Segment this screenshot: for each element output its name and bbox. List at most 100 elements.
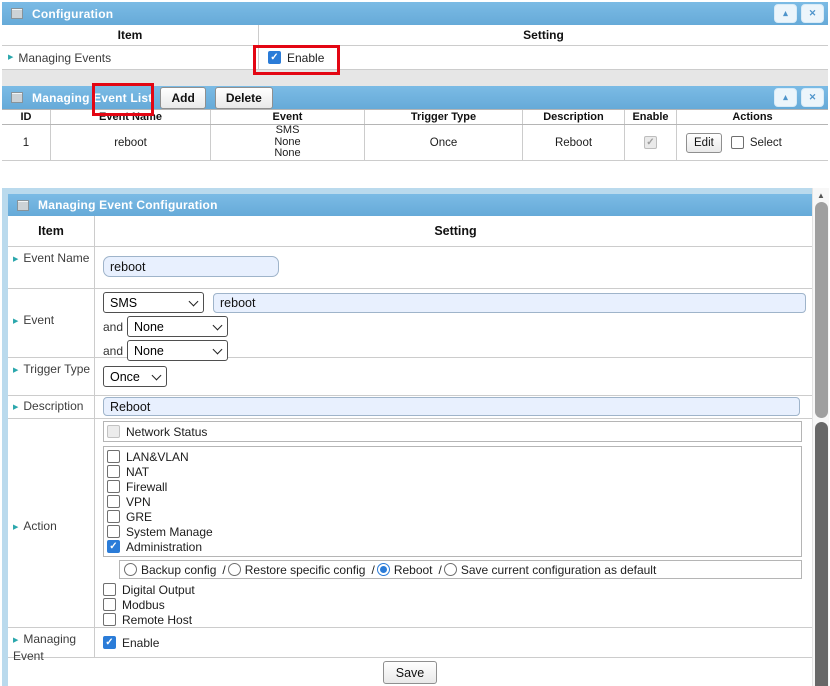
save-button[interactable]: Save bbox=[383, 661, 438, 684]
bullet-arrow-icon: ▶ bbox=[13, 318, 18, 325]
column-event-name: Event Name bbox=[50, 110, 210, 124]
collapse-icon[interactable]: ▴ bbox=[774, 4, 797, 23]
lan-vlan-checkbox[interactable] bbox=[107, 450, 120, 463]
event-list-row: 1 reboot SMS None None Once Reboot ✓ Edi… bbox=[2, 125, 828, 161]
event-message-input[interactable]: reboot bbox=[213, 293, 806, 313]
column-item: Item bbox=[8, 216, 95, 246]
check-icon: ✓ bbox=[646, 136, 654, 149]
detail-table-header: Item Setting bbox=[8, 216, 812, 247]
managing-event-enable-checkbox[interactable]: ✓ bbox=[103, 636, 116, 649]
column-description: Description bbox=[522, 110, 624, 124]
trigger-type-select[interactable]: Once bbox=[103, 366, 167, 387]
bullet-arrow-icon: ▶ bbox=[13, 404, 18, 411]
managing-events-row: ▶ Managing Events ✓ Enable bbox=[2, 46, 828, 70]
collapse-icon[interactable]: ▴ bbox=[774, 88, 797, 107]
action-row: ▶ Action Network Status LAN&VLAN NAT Fire… bbox=[8, 419, 812, 628]
modbus-checkbox[interactable] bbox=[103, 598, 116, 611]
vertical-scrollbar[interactable]: ▲ bbox=[812, 188, 829, 686]
administration-checkbox[interactable]: ✓ bbox=[107, 540, 120, 553]
delete-button[interactable]: Delete bbox=[215, 87, 273, 109]
close-icon[interactable]: ✕ bbox=[801, 88, 824, 107]
managing-event-row: ▶Managing Event ✓ Enable bbox=[8, 628, 812, 658]
event-name-input[interactable]: reboot bbox=[103, 256, 279, 277]
description-row: ▶ Description Reboot bbox=[8, 396, 812, 419]
bullet-arrow-icon: ▶ bbox=[13, 637, 18, 644]
and-label: and bbox=[103, 344, 123, 358]
action-label: Action bbox=[23, 519, 56, 533]
window-icon bbox=[11, 8, 23, 19]
action-group-box: LAN&VLAN NAT Firewall VPN GRE System Man… bbox=[103, 446, 802, 557]
edit-button[interactable]: Edit bbox=[686, 133, 722, 153]
digital-output-checkbox[interactable] bbox=[103, 583, 116, 596]
event-label: Event bbox=[23, 313, 54, 327]
row-enable-checkbox: ✓ bbox=[644, 136, 657, 149]
chevron-down-icon bbox=[152, 370, 162, 380]
gre-checkbox[interactable] bbox=[107, 510, 120, 523]
select-label: Select bbox=[750, 137, 782, 149]
reboot-radio[interactable] bbox=[377, 563, 390, 576]
column-event: Event bbox=[210, 110, 364, 124]
managing-events-enable-checkbox[interactable]: ✓ bbox=[268, 51, 281, 64]
add-button[interactable]: Add bbox=[160, 87, 205, 109]
save-default-radio[interactable] bbox=[444, 563, 457, 576]
description-label: Description bbox=[23, 399, 83, 413]
check-icon: ✓ bbox=[109, 540, 117, 553]
scrollbar-thumb-outer[interactable] bbox=[815, 422, 828, 686]
chevron-down-icon bbox=[213, 344, 223, 354]
save-row: Save bbox=[8, 658, 812, 686]
managing-events-label: Managing Events bbox=[18, 51, 111, 65]
network-status-checkbox bbox=[107, 425, 120, 438]
close-icon[interactable]: ✕ bbox=[801, 4, 824, 23]
cell-id: 1 bbox=[2, 125, 50, 160]
bullet-arrow-icon: ▶ bbox=[13, 256, 18, 263]
column-trigger-type: Trigger Type bbox=[364, 110, 522, 124]
column-id: ID bbox=[2, 110, 50, 124]
firewall-checkbox[interactable] bbox=[107, 480, 120, 493]
event-list-table-header: ID Event Name Event Trigger Type Descrip… bbox=[2, 109, 828, 125]
column-actions: Actions bbox=[676, 110, 828, 124]
description-input[interactable]: Reboot bbox=[103, 397, 800, 416]
enable-label: Enable bbox=[122, 636, 159, 650]
column-setting: Setting bbox=[95, 216, 812, 246]
bullet-arrow-icon: ▶ bbox=[13, 367, 18, 374]
page: Configuration ▴ ✕ Item Setting ▶ Managin… bbox=[0, 0, 830, 686]
trigger-type-label: Trigger Type bbox=[23, 362, 90, 376]
event-type-select[interactable]: SMS bbox=[103, 292, 204, 313]
chevron-down-icon bbox=[189, 296, 199, 306]
cell-trigger-type: Once bbox=[364, 125, 522, 160]
cell-event-name: reboot bbox=[50, 125, 210, 160]
system-manage-checkbox[interactable] bbox=[107, 525, 120, 538]
configuration-table-header: Item Setting bbox=[2, 25, 828, 46]
configuration-panel-header: Configuration ▴ ✕ bbox=[2, 2, 828, 25]
enable-label: Enable bbox=[287, 51, 324, 65]
scrollbar-thumb-inner[interactable] bbox=[815, 202, 828, 418]
window-icon bbox=[17, 200, 29, 211]
remote-host-checkbox[interactable] bbox=[103, 613, 116, 626]
cell-description: Reboot bbox=[522, 125, 624, 160]
vpn-checkbox[interactable] bbox=[107, 495, 120, 508]
administration-options-box: Backup config / Restore specific config … bbox=[119, 560, 802, 579]
column-setting: Setting bbox=[258, 25, 828, 45]
window-icon bbox=[11, 92, 23, 103]
select-checkbox[interactable] bbox=[731, 136, 744, 149]
event-row: ▶Event SMS reboot and None and None bbox=[8, 289, 812, 358]
event-configuration-panel: Managing Event Configuration Item Settin… bbox=[2, 188, 812, 686]
restore-config-radio[interactable] bbox=[228, 563, 241, 576]
bullet-arrow-icon: ▶ bbox=[13, 524, 18, 531]
chevron-down-icon bbox=[213, 320, 223, 330]
cell-event: SMS None None bbox=[274, 125, 300, 160]
divider-strip bbox=[2, 70, 828, 86]
column-enable: Enable bbox=[624, 110, 676, 124]
event-configuration-panel-header: Managing Event Configuration bbox=[8, 194, 812, 216]
event-name-label: Event Name bbox=[23, 251, 89, 265]
network-status-label: Network Status bbox=[126, 425, 207, 439]
scroll-up-icon[interactable]: ▲ bbox=[813, 189, 829, 201]
nat-checkbox[interactable] bbox=[107, 465, 120, 478]
event-list-panel-title: Managing Event List bbox=[32, 91, 152, 105]
check-icon: ✓ bbox=[270, 51, 278, 64]
event-name-row: ▶ Event Name reboot bbox=[8, 247, 812, 289]
backup-config-radio[interactable] bbox=[124, 563, 137, 576]
event-and1-select[interactable]: None bbox=[127, 316, 228, 337]
check-icon: ✓ bbox=[105, 636, 113, 649]
network-status-box: Network Status bbox=[103, 421, 802, 442]
